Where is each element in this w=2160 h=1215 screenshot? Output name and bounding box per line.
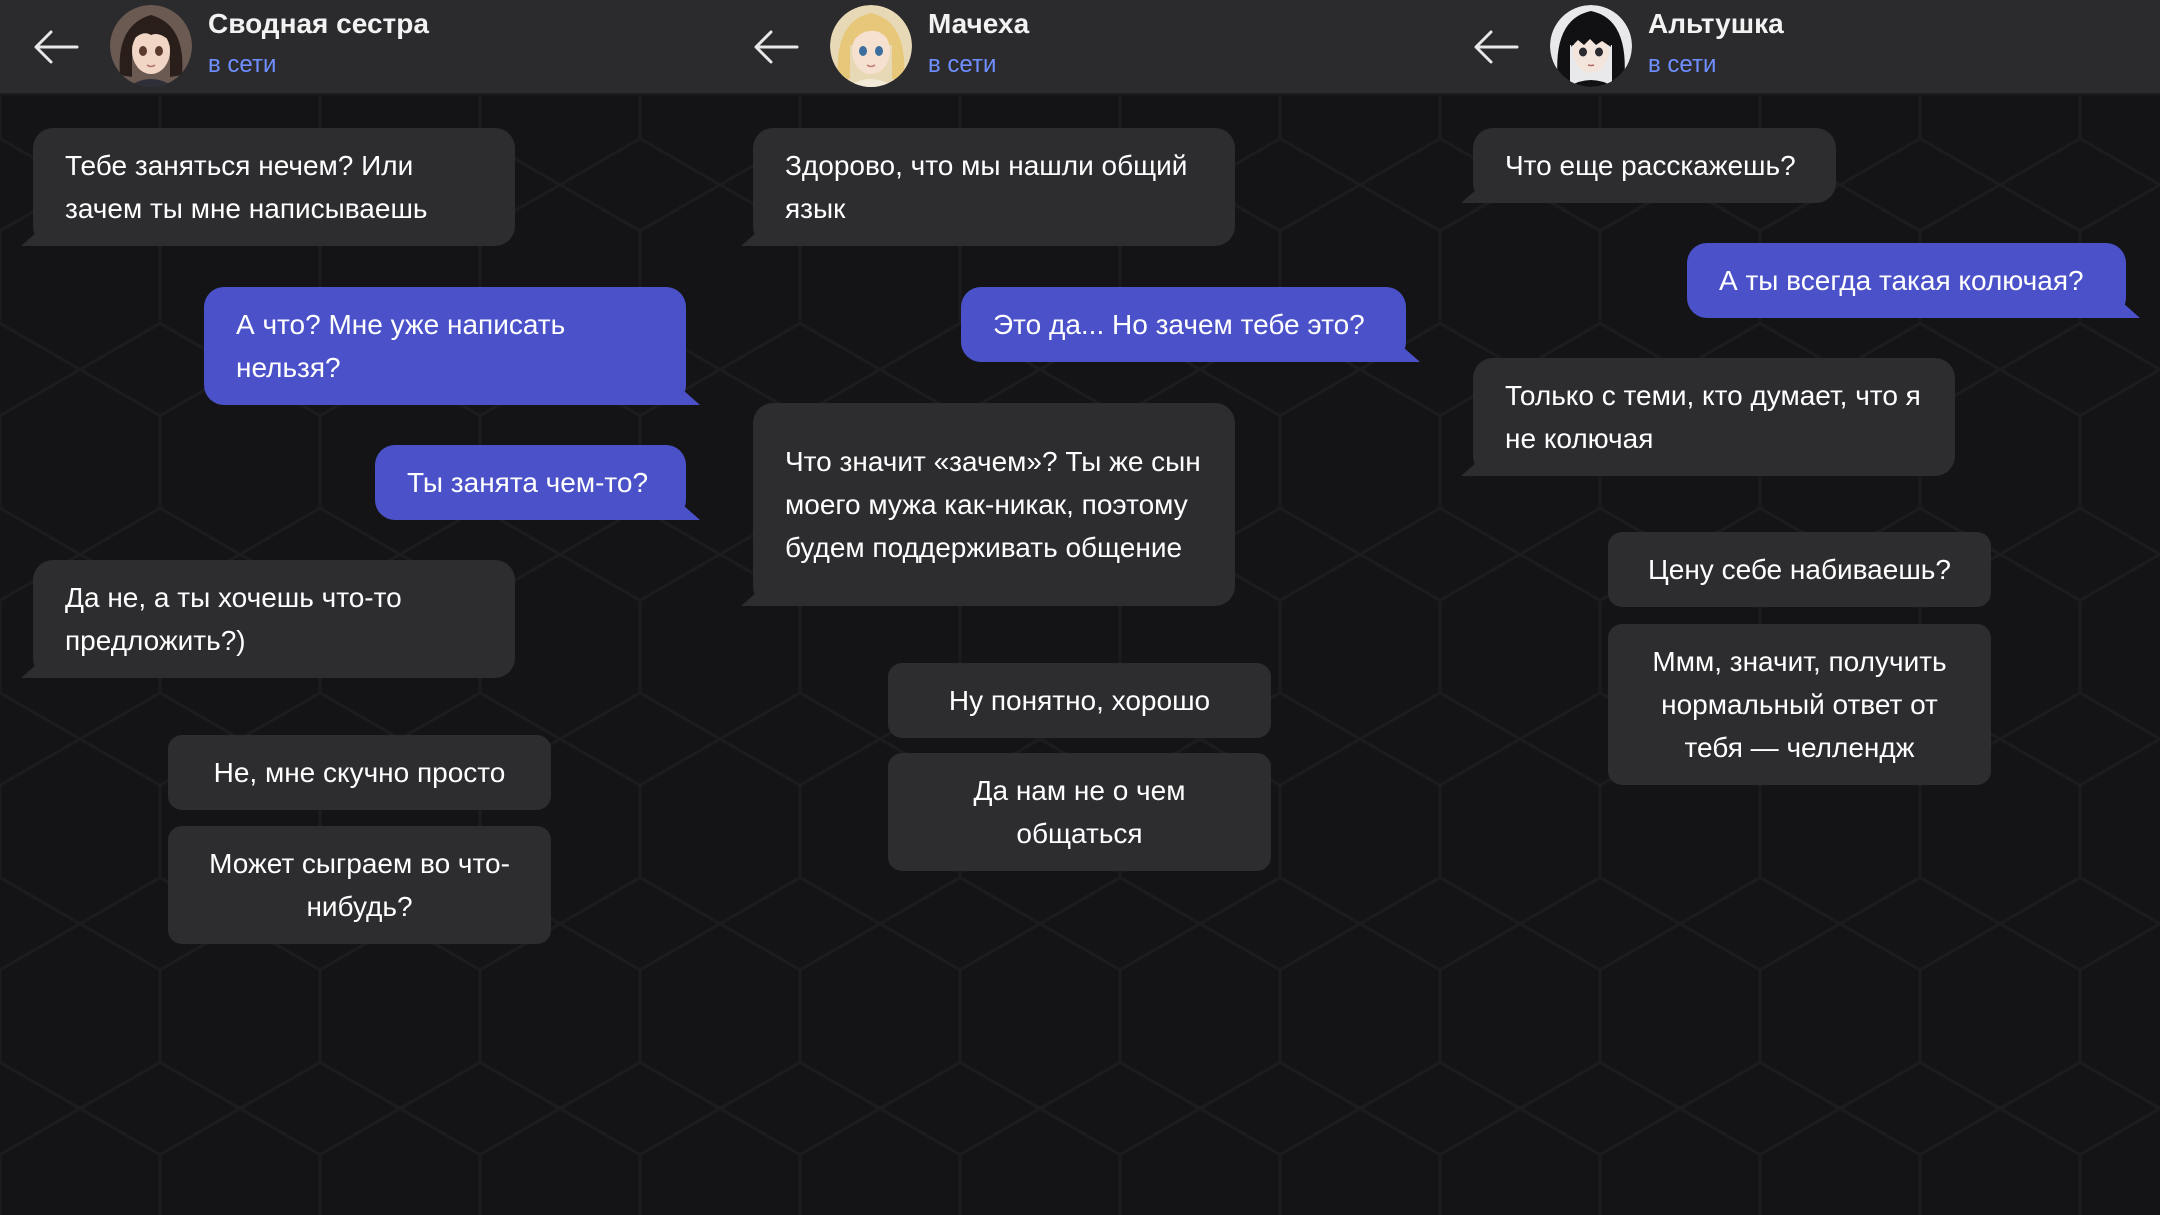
back-arrow-icon[interactable] [33,28,79,66]
message-incoming: Здорово, что мы нашли общий язык [753,128,1235,246]
message-outgoing: А ты всегда такая колючая? [1687,243,2126,318]
message-outgoing: А что? Мне уже написать нельзя? [204,287,686,405]
message-incoming: Только с теми, кто думает, что я не колю… [1473,358,1955,476]
chat-header: Альтушка в сети [1440,0,2160,95]
message-text: А ты всегда такая колючая? [1719,265,2084,296]
avatar[interactable] [1550,5,1632,87]
message-text: Да не, а ты хочешь что-то предложить?) [65,582,402,656]
message-text: Здорово, что мы нашли общий язык [785,150,1188,224]
message-text: Что еще расскажешь? [1505,150,1796,181]
message-text: Ты занята чем-то? [407,467,649,498]
message-text: Это да... Но зачем тебе это? [993,309,1365,340]
reply-option-button[interactable]: Может сыграем во что-нибудь? [168,826,551,944]
contact-name: Мачеха [928,8,1030,39]
back-arrow-icon[interactable] [1473,28,1519,66]
chat-panel-stepmother: Мачеха в сети Здорово, что мы нашли общи… [720,0,1440,1215]
message-text: А что? Мне уже написать нельзя? [236,309,566,383]
screen: Сводная сестра в сети Тебе заняться нече… [0,0,2160,1215]
reply-option-text: Ммм, значит, получить нормальный ответ о… [1652,646,1947,763]
chat-panel-step-sister: Сводная сестра в сети Тебе заняться нече… [0,0,720,1215]
reply-option-text: Ну понятно, хорошо [948,685,1211,716]
back-arrow-icon[interactable] [753,28,799,66]
reply-option-text: Да нам не о чем общаться [973,775,1186,849]
reply-option-button[interactable]: Ну понятно, хорошо [888,663,1271,738]
message-incoming: Тебе заняться нечем? Или зачем ты мне на… [33,128,515,246]
chat-header: Мачеха в сети [720,0,1440,95]
reply-option-button[interactable]: Не, мне скучно просто [168,735,551,810]
contact-status: в сети [1648,51,1717,78]
message-text: Что значит «зачем»? Ты же сын моего мужа… [785,446,1201,563]
chat-header: Сводная сестра в сети [0,0,720,95]
contact-name: Сводная сестра [208,8,429,39]
reply-option-button[interactable]: Да нам не о чем общаться [888,753,1271,871]
message-outgoing: Это да... Но зачем тебе это? [961,287,1406,362]
reply-option-button[interactable]: Цену себе набиваешь? [1608,532,1991,607]
message-incoming: Что значит «зачем»? Ты же сын моего мужа… [753,403,1235,606]
contact-status: в сети [928,51,997,78]
contact-status: в сети [208,51,277,78]
contact-name: Альтушка [1648,8,1784,39]
reply-option-text: Может сыграем во что-нибудь? [209,848,510,922]
message-incoming: Что еще расскажешь? [1473,128,1836,203]
reply-option-text: Не, мне скучно просто [213,757,506,788]
chat-panel-altushka: Альтушка в сети Что еще расскажешь? А ты… [1440,0,2160,1215]
message-text: Тебе заняться нечем? Или зачем ты мне на… [65,150,428,224]
message-outgoing: Ты занята чем-то? [375,445,686,520]
avatar[interactable] [110,5,192,87]
reply-option-button[interactable]: Ммм, значит, получить нормальный ответ о… [1608,624,1991,785]
message-text: Только с теми, кто думает, что я не колю… [1505,380,1921,454]
avatar[interactable] [830,5,912,87]
reply-option-text: Цену себе набиваешь? [1648,554,1951,585]
message-incoming: Да не, а ты хочешь что-то предложить?) [33,560,515,678]
